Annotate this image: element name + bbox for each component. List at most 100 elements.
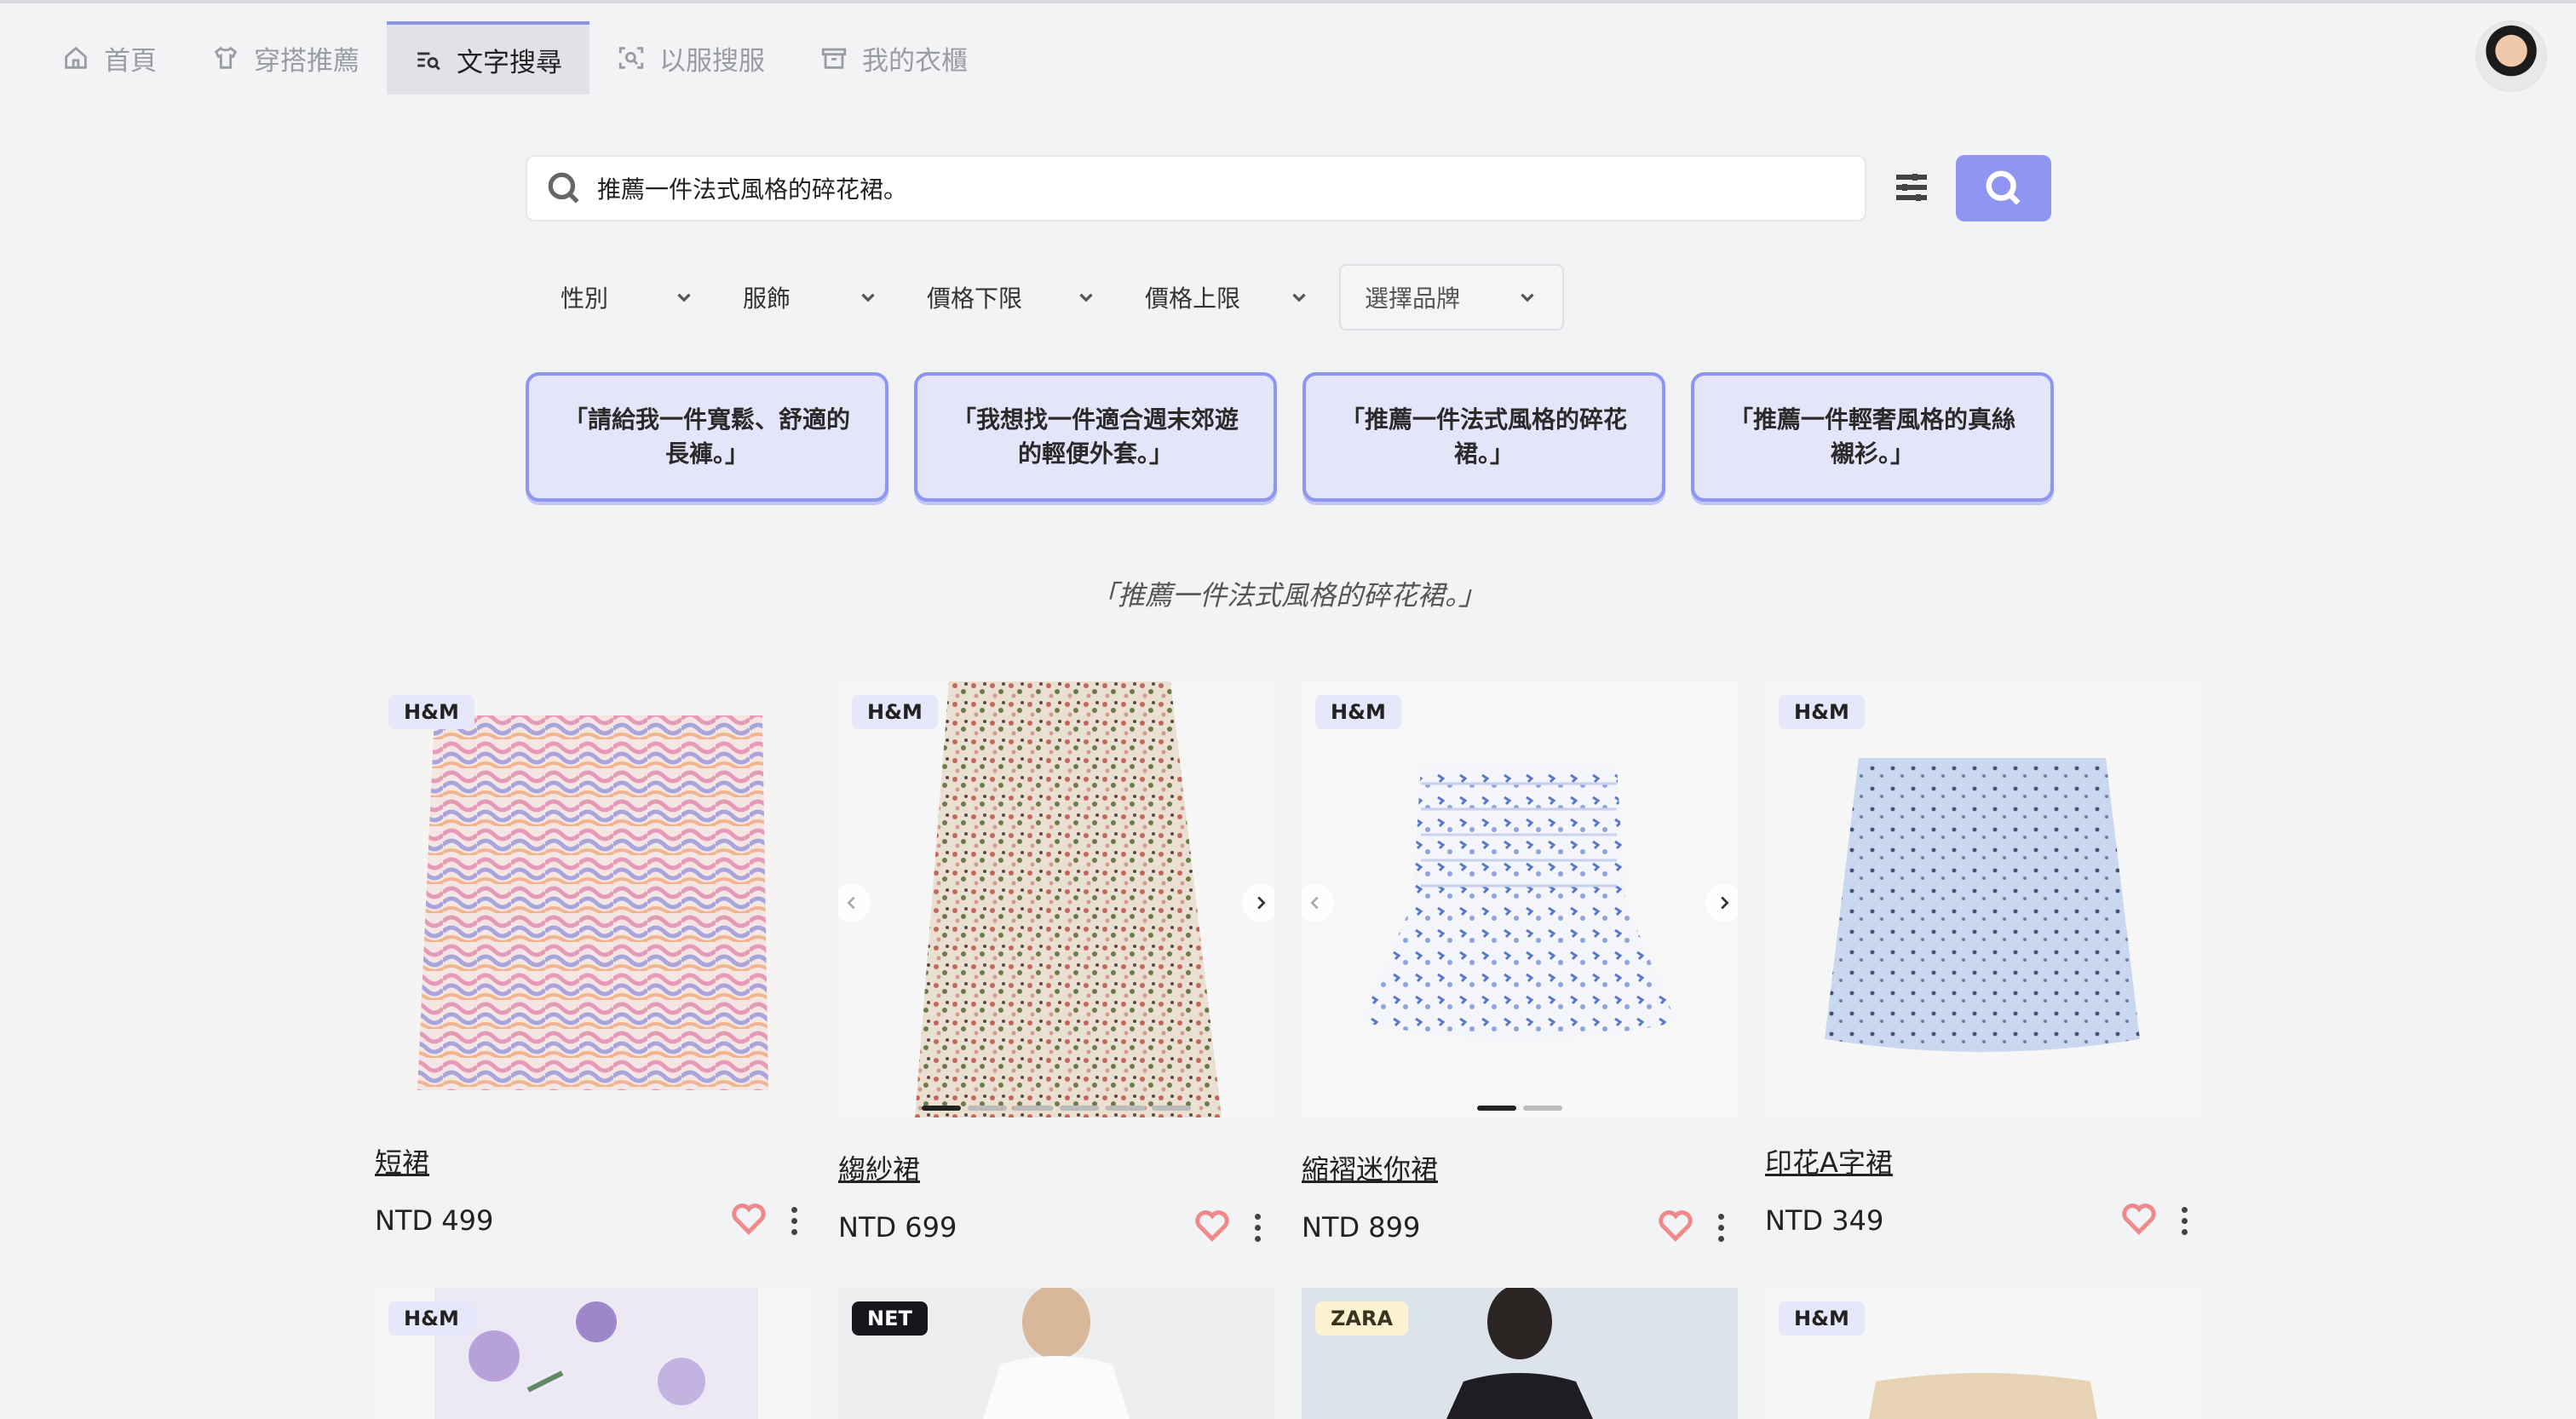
search-bar [526, 155, 1866, 221]
product-name-link[interactable]: 縐紗裙 [838, 1148, 1274, 1186]
gender-dropdown-label: 性別 [561, 284, 609, 313]
heart-icon [1659, 1210, 1693, 1242]
brand-select[interactable]: 選擇品牌 [1339, 264, 1564, 330]
brand-badge: H&M [1315, 695, 1401, 729]
search-icon [1986, 170, 2021, 205]
apparel-dropdown[interactable]: 服飾 [719, 264, 903, 330]
nav-wardrobe[interactable]: 我的衣櫃 [792, 21, 995, 95]
favorite-button[interactable] [2119, 1199, 2159, 1242]
chevron-down-icon [1521, 293, 1534, 302]
shirt-icon [214, 46, 238, 69]
product-image[interactable]: NET [838, 1288, 1274, 1419]
product-image[interactable]: H&M [1765, 1288, 2201, 1419]
heart-icon [732, 1204, 766, 1235]
main-nav: 首頁 穿搭推薦 文字搜尋 以服搜服 我的衣櫃 [34, 20, 995, 95]
product-card[interactable]: NET [838, 1288, 1274, 1419]
search-button[interactable] [1956, 155, 2051, 221]
product-card[interactable]: H&M 印花A字裙 NTD 349 [1765, 681, 2201, 1242]
image-carousel-dots [1302, 1106, 1738, 1111]
more-options-button[interactable] [2167, 1201, 2201, 1240]
user-avatar[interactable] [2475, 20, 2547, 92]
price-row: NTD 699 [838, 1206, 1274, 1249]
more-options-button[interactable] [1704, 1208, 1738, 1247]
search-icon [548, 172, 579, 204]
brand-badge: H&M [1779, 695, 1865, 729]
more-options-button[interactable] [777, 1201, 811, 1240]
next-image-button[interactable] [1705, 884, 1738, 922]
nav-image-search[interactable]: 以服搜服 [589, 21, 792, 95]
search-input[interactable] [597, 174, 1824, 203]
image-scan-icon [618, 47, 644, 69]
nav-home-label: 首頁 [104, 45, 157, 77]
suggestion-chip[interactable]: 「請給我一件寬鬆、舒適的長褲。」 [526, 372, 888, 502]
filter-row: 性別 服飾 價格下限 價格上限 選擇品牌 [537, 264, 1564, 330]
product-name-link[interactable]: 短裙 [375, 1141, 811, 1179]
nav-wardrobe-label: 我的衣櫃 [862, 45, 968, 77]
price-row: NTD 499 [375, 1199, 811, 1242]
window-top-edge [0, 0, 2576, 3]
product-card[interactable]: H&M 縮褶迷你裙 NTD 899 [1302, 681, 1738, 1249]
brand-select-label: 選擇品牌 [1365, 284, 1461, 313]
brand-badge: H&M [1779, 1301, 1865, 1336]
text-search-icon [417, 52, 440, 71]
product-name-link[interactable]: 縮褶迷你裙 [1302, 1148, 1738, 1186]
gender-dropdown[interactable]: 性別 [537, 264, 719, 330]
knit-skirt-image [375, 681, 811, 1117]
brand-badge: H&M [388, 1301, 474, 1336]
product-image[interactable]: H&M [375, 1288, 811, 1419]
nav-text-search-label: 文字搜尋 [457, 47, 562, 78]
chevron-left-icon [847, 896, 855, 910]
product-card[interactable]: ZARA [1302, 1288, 1738, 1419]
floral-crepe-skirt-image [838, 681, 1274, 1117]
brand-badge: H&M [852, 695, 938, 729]
chevron-left-icon [1310, 896, 1319, 910]
price-row: NTD 899 [1302, 1206, 1738, 1249]
brand-badge: ZARA [1315, 1301, 1409, 1336]
chevron-right-icon [1721, 896, 1729, 910]
more-options-button[interactable] [1240, 1208, 1274, 1247]
price-min-dropdown[interactable]: 價格下限 [903, 264, 1121, 330]
product-image[interactable]: H&M [1302, 681, 1738, 1117]
next-image-button[interactable] [1242, 884, 1274, 922]
price-row: NTD 349 [1765, 1199, 2201, 1242]
chevron-down-icon [677, 293, 691, 302]
nav-outfit-label: 穿搭推薦 [254, 45, 359, 77]
product-image[interactable]: H&M [1765, 681, 2201, 1117]
product-image[interactable]: ZARA [1302, 1288, 1738, 1419]
apparel-dropdown-label: 服飾 [743, 284, 791, 313]
product-price: NTD 699 [838, 1211, 957, 1244]
suggestion-chip[interactable]: 「推薦一件法式風格的碎花裙。」 [1302, 372, 1665, 502]
favorite-button[interactable] [1193, 1206, 1232, 1249]
price-max-dropdown[interactable]: 價格上限 [1121, 264, 1334, 330]
product-name-link[interactable]: 印花A字裙 [1765, 1141, 2201, 1179]
nav-outfit-recommend[interactable]: 穿搭推薦 [184, 21, 387, 95]
wardrobe-icon [821, 48, 847, 69]
chevron-down-icon [861, 293, 875, 302]
product-price: NTD 349 [1765, 1204, 1884, 1237]
nav-image-search-label: 以服搜服 [659, 45, 765, 77]
nav-text-search[interactable]: 文字搜尋 [387, 21, 589, 95]
suggestion-chip[interactable]: 「我想找一件適合週末郊遊的輕便外套。」 [914, 372, 1277, 502]
nav-home[interactable]: 首頁 [34, 21, 184, 95]
product-image[interactable]: H&M [375, 681, 811, 1117]
favorite-button[interactable] [729, 1199, 768, 1242]
product-card[interactable]: H&M 縐紗裙 NTD 699 [838, 681, 1274, 1249]
product-card[interactable]: H&M 短裙 NTD 499 [375, 681, 811, 1242]
product-card[interactable]: H&M [1765, 1288, 2201, 1419]
product-price: NTD 899 [1302, 1211, 1421, 1244]
filter-toggle-button[interactable] [1891, 167, 1932, 208]
brand-badge: H&M [388, 695, 474, 729]
chevron-down-icon [1292, 293, 1306, 302]
printed-a-line-skirt-image [1765, 681, 2201, 1117]
product-image[interactable]: H&M [838, 681, 1274, 1117]
product-card[interactable]: H&M [375, 1288, 811, 1419]
product-price: NTD 499 [375, 1204, 494, 1237]
suggestion-chip[interactable]: 「推薦一件輕奢風格的真絲襯衫。」 [1691, 372, 2054, 502]
brand-badge: NET [852, 1301, 928, 1336]
sliders-icon [1896, 174, 1927, 201]
chevron-down-icon [1079, 293, 1093, 302]
favorite-button[interactable] [1656, 1206, 1695, 1249]
image-carousel-dots [838, 1106, 1274, 1111]
price-min-label: 價格下限 [927, 284, 1023, 313]
price-max-label: 價格上限 [1145, 284, 1241, 313]
